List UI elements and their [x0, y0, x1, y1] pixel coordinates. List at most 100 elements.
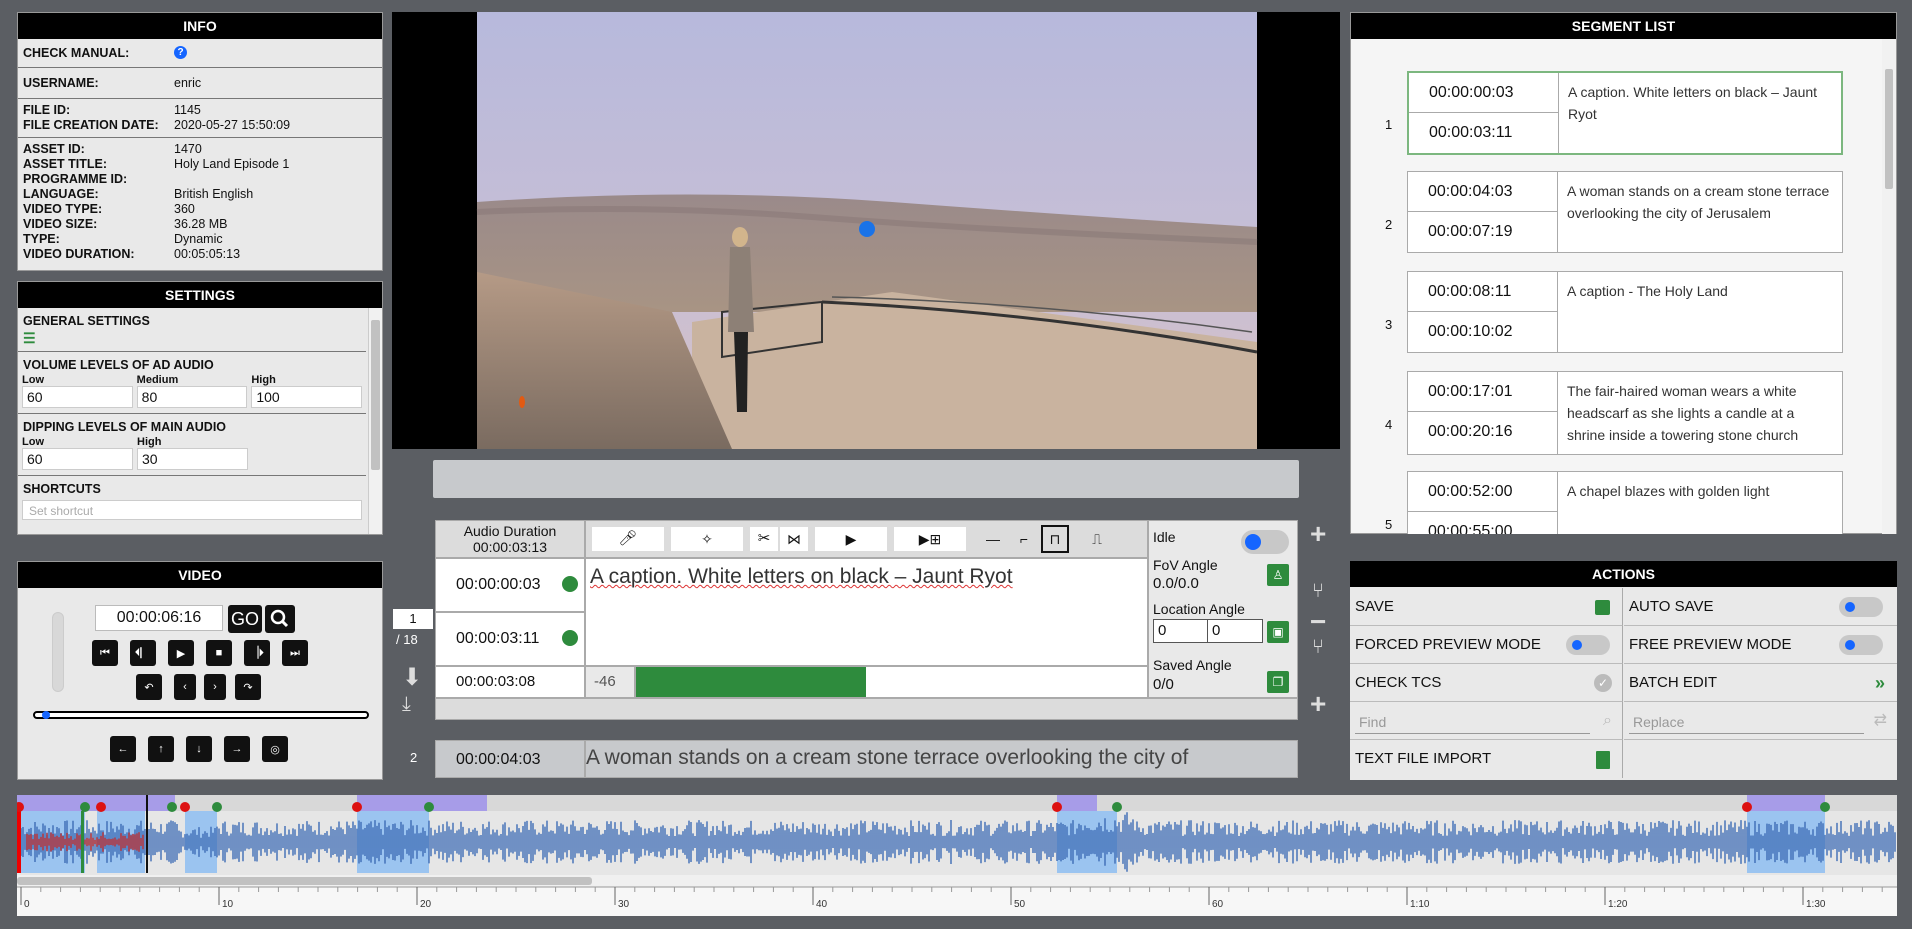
branch-button[interactable]: ⑂	[1312, 580, 1324, 603]
go-button[interactable]: GO	[228, 605, 262, 633]
timeline-tick-label: 20	[420, 899, 432, 910]
search-icon[interactable]: ⌕	[1603, 702, 1612, 740]
fov-set-button[interactable]: ♙	[1267, 564, 1289, 586]
check-tcs-button[interactable]: CHECK TCS ✓	[1350, 664, 1623, 702]
stop-button[interactable]: ■	[206, 640, 232, 666]
batch-edit-button[interactable]: BATCH EDIT »	[1624, 664, 1897, 702]
skip-start-button[interactable]: ⏮	[92, 640, 118, 666]
wave-tool-button[interactable]: ⎍	[1083, 525, 1111, 553]
undo-button[interactable]: ↶	[136, 674, 162, 700]
video-progress-bar[interactable]	[33, 711, 369, 719]
video-player[interactable]	[392, 12, 1340, 449]
segment-in[interactable]: 00:00:00:03	[1409, 73, 1558, 113]
stopwatch-icon[interactable]	[562, 630, 578, 646]
stopwatch-icon[interactable]	[562, 576, 578, 592]
skip-end-button[interactable]: ⏭	[282, 640, 308, 666]
next-frame-button[interactable]: ▕⏵	[244, 640, 270, 666]
caption-textarea[interactable]: A caption. White letters on black – Jaun…	[585, 558, 1148, 666]
forward-button[interactable]: ›	[204, 674, 226, 700]
volume-medium-input[interactable]: 80	[136, 386, 248, 408]
pan-down-button[interactable]: ↓	[186, 736, 212, 762]
next-segment-text[interactable]: A woman stands on a cream stone terrace …	[585, 740, 1298, 778]
find-input[interactable]: Find	[1355, 710, 1590, 734]
remove-segment-button[interactable]: −	[1310, 606, 1326, 638]
segment-item[interactable]: 00:00:52:00 00:00:55:00 A chapel blazes w…	[1407, 471, 1843, 534]
dipping-high-input[interactable]: 30	[137, 448, 248, 470]
move-bottom-button[interactable]: ⤓	[402, 693, 411, 716]
copy-angle-button[interactable]: ❐	[1267, 671, 1289, 693]
shortcut-input[interactable]: Set shortcut	[22, 500, 362, 520]
swap-icon[interactable]: ⇄	[1874, 702, 1887, 740]
segment-in[interactable]: 00:00:04:03	[1408, 172, 1557, 212]
location-input-b[interactable]: 0	[1207, 619, 1263, 643]
cut-button[interactable]: ✂	[750, 527, 778, 551]
insert-segment-button[interactable]: +	[1310, 688, 1326, 720]
step-tool-button[interactable]: ⌐	[1010, 525, 1038, 553]
settings-scrollbar[interactable]	[368, 308, 382, 534]
pulse-tool-button[interactable]: ⊓	[1041, 525, 1069, 553]
back-button[interactable]: ‹	[174, 674, 196, 700]
compass-toggle[interactable]	[1241, 530, 1289, 554]
prev-frame-button[interactable]: ⏴▏	[130, 640, 156, 666]
location-save-button[interactable]: ▣	[1267, 621, 1289, 643]
save-button[interactable]: SAVE	[1350, 588, 1623, 626]
segment-item[interactable]: 00:00:17:01 00:00:20:16 The fair-haired w…	[1407, 371, 1843, 455]
segment-text[interactable]: The fair-haired woman wears a white head…	[1558, 372, 1842, 454]
replace-input[interactable]: Replace	[1629, 710, 1864, 734]
segment-item[interactable]: 00:00:04:03 00:00:07:19 A woman stands on…	[1407, 171, 1843, 253]
tc-in-value[interactable]: 00:00:00:03	[456, 576, 541, 593]
segment-text[interactable]: A caption. White letters on black – Jaun…	[1559, 73, 1841, 153]
segment-out[interactable]: 00:00:20:16	[1408, 412, 1557, 452]
line-tool-button[interactable]: —	[979, 525, 1007, 553]
video-size-label: VIDEO SIZE:	[23, 217, 98, 231]
play-button[interactable]: ▶	[168, 640, 194, 666]
sliders-icon[interactable]: ☰	[23, 330, 36, 347]
video-progress-handle[interactable]	[41, 711, 50, 719]
pan-up-button[interactable]: ↑	[148, 736, 174, 762]
timecode-input[interactable]: 00:00:06:16	[95, 605, 223, 631]
auto-save-toggle[interactable]	[1839, 597, 1883, 617]
segment-in[interactable]: 00:00:08:11	[1408, 272, 1557, 312]
forced-preview-toggle[interactable]	[1566, 635, 1610, 655]
volume-low-input[interactable]: 60	[22, 386, 133, 408]
branch-alt-button[interactable]: ⑂	[1312, 636, 1324, 659]
redo-button[interactable]: ↷	[235, 674, 261, 700]
segment-out[interactable]: 00:00:55:00	[1408, 512, 1557, 534]
tc-out-value[interactable]: 00:00:03:11	[456, 630, 539, 647]
compass-button[interactable]: ◎	[262, 736, 288, 762]
volume-high-input[interactable]: 100	[251, 386, 363, 408]
move-down-button[interactable]: ⬇	[402, 663, 422, 692]
segment-text[interactable]: A chapel blazes with golden light	[1558, 472, 1842, 534]
segment-out[interactable]: 00:00:03:11	[1409, 113, 1558, 153]
save-icon: ▣	[1272, 625, 1284, 639]
free-preview-toggle[interactable]	[1839, 635, 1883, 655]
actions-title: ACTIONS	[1350, 561, 1897, 587]
play-plus-button[interactable]: ▶⊞	[894, 527, 966, 551]
audio-timeline[interactable]: 0 10 20 30 40 50 60 1:10 1:20 1:30	[17, 795, 1897, 916]
segment-in[interactable]: 00:00:52:00	[1408, 472, 1557, 512]
auto-generate-button[interactable]: ✧	[671, 527, 743, 551]
merge-button[interactable]: ⋈	[780, 527, 808, 551]
search-button[interactable]	[265, 605, 295, 633]
dipping-low-input[interactable]: 60	[22, 448, 133, 470]
location-input-a[interactable]: 0	[1153, 619, 1209, 643]
segment-item[interactable]: 00:00:08:11 00:00:10:02 A caption - The H…	[1407, 271, 1843, 353]
segment-in[interactable]: 00:00:17:01	[1408, 372, 1557, 412]
segment-item[interactable]: 00:00:00:03 00:00:03:11 A caption. White …	[1407, 71, 1843, 155]
add-segment-button[interactable]: +	[1310, 518, 1326, 550]
text-file-import-button[interactable]: TEXT FILE IMPORT	[1350, 740, 1623, 778]
pan-right-button[interactable]: →	[224, 736, 250, 762]
segment-out[interactable]: 00:00:07:19	[1408, 212, 1557, 252]
help-icon[interactable]: ?	[174, 46, 187, 59]
segment-out[interactable]: 00:00:10:02	[1408, 312, 1557, 352]
play-segment-button[interactable]: ▶	[815, 527, 887, 551]
next-segment-tc[interactable]: 00:00:04:03	[435, 740, 585, 778]
record-button[interactable]: 🎤︎	[592, 527, 664, 551]
segment-list-scrollbar[interactable]	[1882, 39, 1896, 534]
segment-text[interactable]: A caption - The Holy Land	[1558, 272, 1842, 352]
volume-slider[interactable]	[52, 612, 64, 692]
tc-out-row: 00:00:03:11	[435, 612, 585, 666]
segment-text[interactable]: A woman stands on a cream stone terrace …	[1558, 172, 1842, 252]
pan-left-button[interactable]: ←	[110, 736, 136, 762]
page-input[interactable]: 1	[393, 609, 433, 629]
